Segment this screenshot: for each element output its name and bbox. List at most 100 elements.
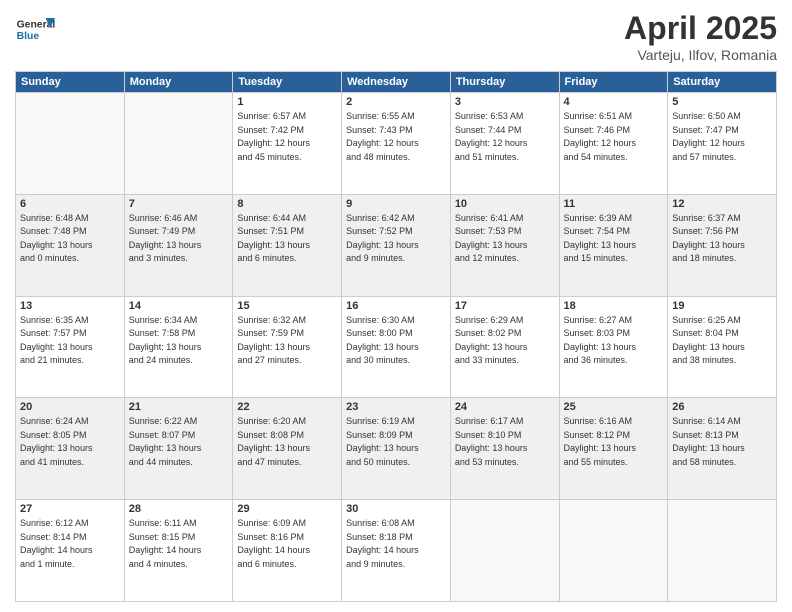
day-number: 6	[20, 198, 120, 210]
day-detail: Sunrise: 6:09 AM Sunset: 8:16 PM Dayligh…	[237, 517, 337, 571]
day-number: 3	[455, 96, 555, 108]
svg-text:Blue: Blue	[17, 31, 40, 42]
day-detail: Sunrise: 6:46 AM Sunset: 7:49 PM Dayligh…	[129, 212, 229, 266]
week-row: 13Sunrise: 6:35 AM Sunset: 7:57 PM Dayli…	[16, 296, 777, 398]
title-block: April 2025 Varteju, Ilfov, Romania	[624, 10, 777, 63]
calendar-title: April 2025	[624, 10, 777, 47]
day-detail: Sunrise: 6:29 AM Sunset: 8:02 PM Dayligh…	[455, 314, 555, 368]
day-detail: Sunrise: 6:14 AM Sunset: 8:13 PM Dayligh…	[672, 415, 772, 469]
day-detail: Sunrise: 6:27 AM Sunset: 8:03 PM Dayligh…	[564, 314, 664, 368]
day-detail: Sunrise: 6:24 AM Sunset: 8:05 PM Dayligh…	[20, 415, 120, 469]
week-row: 27 Sunrise: 6:12 AM Sunset: 8:14 PM Dayli…	[16, 500, 777, 602]
day-number: 17	[455, 300, 555, 312]
table-row: 26 Sunrise: 6:14 AM Sunset: 8:13 PM Dayli…	[668, 398, 777, 500]
table-row: 15 Sunrise: 6:32 AM Sunset: 7:59 PM Dayli…	[233, 296, 342, 398]
day-detail: Sunrise: 6:41 AM Sunset: 7:53 PM Dayligh…	[455, 212, 555, 266]
day-detail: Sunrise: 6:08 AM Sunset: 8:18 PM Dayligh…	[346, 517, 446, 571]
day-detail: Sunrise: 6:16 AM Sunset: 8:12 PM Dayligh…	[564, 415, 664, 469]
header: General Blue April 2025 Varteju, Ilfov, …	[15, 10, 777, 63]
day-number: 28	[129, 503, 229, 515]
day-detail: Sunrise: 6:12 AM Sunset: 8:14 PM Dayligh…	[20, 517, 120, 571]
table-row	[16, 93, 125, 195]
day-number: 24	[455, 401, 555, 413]
day-detail: Sunrise: 6:30 AM Sunset: 8:00 PM Dayligh…	[346, 314, 446, 368]
table-row: 1 Sunrise: 6:57 AM Sunset: 7:42 PM Daylig…	[233, 93, 342, 195]
logo: General Blue	[15, 10, 55, 50]
day-detail: Sunrise: 6:32 AM Sunset: 7:59 PM Dayligh…	[237, 314, 337, 368]
table-row: 30 Sunrise: 6:08 AM Sunset: 8:18 PM Dayli…	[342, 500, 451, 602]
day-detail: Sunrise: 6:57 AM Sunset: 7:42 PM Dayligh…	[237, 110, 337, 164]
day-detail: Sunrise: 6:50 AM Sunset: 7:47 PM Dayligh…	[672, 110, 772, 164]
day-detail: Sunrise: 6:37 AM Sunset: 7:56 PM Dayligh…	[672, 212, 772, 266]
table-row: 5 Sunrise: 6:50 AM Sunset: 7:47 PM Daylig…	[668, 93, 777, 195]
day-number: 19	[672, 300, 772, 312]
day-number: 4	[564, 96, 664, 108]
day-number: 25	[564, 401, 664, 413]
day-number: 29	[237, 503, 337, 515]
col-monday: Monday	[124, 72, 233, 93]
day-detail: Sunrise: 6:11 AM Sunset: 8:15 PM Dayligh…	[129, 517, 229, 571]
calendar-table: Sunday Monday Tuesday Wednesday Thursday…	[15, 71, 777, 602]
day-number: 15	[237, 300, 337, 312]
table-row: 18 Sunrise: 6:27 AM Sunset: 8:03 PM Dayli…	[559, 296, 668, 398]
table-row: 12 Sunrise: 6:37 AM Sunset: 7:56 PM Dayli…	[668, 194, 777, 296]
day-number: 9	[346, 198, 446, 210]
calendar-subtitle: Varteju, Ilfov, Romania	[624, 47, 777, 63]
day-number: 27	[20, 503, 120, 515]
table-row: 3 Sunrise: 6:53 AM Sunset: 7:44 PM Daylig…	[450, 93, 559, 195]
day-detail: Sunrise: 6:22 AM Sunset: 8:07 PM Dayligh…	[129, 415, 229, 469]
table-row: 6Sunrise: 6:48 AM Sunset: 7:48 PM Daylig…	[16, 194, 125, 296]
table-row	[450, 500, 559, 602]
table-row: 27 Sunrise: 6:12 AM Sunset: 8:14 PM Dayli…	[16, 500, 125, 602]
week-row: 1 Sunrise: 6:57 AM Sunset: 7:42 PM Daylig…	[16, 93, 777, 195]
col-sunday: Sunday	[16, 72, 125, 93]
day-number: 26	[672, 401, 772, 413]
day-number: 21	[129, 401, 229, 413]
day-number: 5	[672, 96, 772, 108]
day-detail: Sunrise: 6:55 AM Sunset: 7:43 PM Dayligh…	[346, 110, 446, 164]
day-number: 18	[564, 300, 664, 312]
day-detail: Sunrise: 6:25 AM Sunset: 8:04 PM Dayligh…	[672, 314, 772, 368]
day-detail: Sunrise: 6:51 AM Sunset: 7:46 PM Dayligh…	[564, 110, 664, 164]
day-number: 16	[346, 300, 446, 312]
day-detail: Sunrise: 6:17 AM Sunset: 8:10 PM Dayligh…	[455, 415, 555, 469]
header-row: Sunday Monday Tuesday Wednesday Thursday…	[16, 72, 777, 93]
table-row: 24 Sunrise: 6:17 AM Sunset: 8:10 PM Dayli…	[450, 398, 559, 500]
table-row	[124, 93, 233, 195]
table-row: 25 Sunrise: 6:16 AM Sunset: 8:12 PM Dayli…	[559, 398, 668, 500]
day-number: 22	[237, 401, 337, 413]
table-row: 14 Sunrise: 6:34 AM Sunset: 7:58 PM Dayli…	[124, 296, 233, 398]
day-number: 14	[129, 300, 229, 312]
col-friday: Friday	[559, 72, 668, 93]
table-row: 22Sunrise: 6:20 AM Sunset: 8:08 PM Dayli…	[233, 398, 342, 500]
day-number: 12	[672, 198, 772, 210]
day-detail: Sunrise: 6:34 AM Sunset: 7:58 PM Dayligh…	[129, 314, 229, 368]
day-number: 8	[237, 198, 337, 210]
table-row: 21 Sunrise: 6:22 AM Sunset: 8:07 PM Dayli…	[124, 398, 233, 500]
col-wednesday: Wednesday	[342, 72, 451, 93]
table-row: 9 Sunrise: 6:42 AM Sunset: 7:52 PM Daylig…	[342, 194, 451, 296]
table-row: 13Sunrise: 6:35 AM Sunset: 7:57 PM Dayli…	[16, 296, 125, 398]
day-detail: Sunrise: 6:53 AM Sunset: 7:44 PM Dayligh…	[455, 110, 555, 164]
week-row: 20 Sunrise: 6:24 AM Sunset: 8:05 PM Dayli…	[16, 398, 777, 500]
table-row: 17 Sunrise: 6:29 AM Sunset: 8:02 PM Dayli…	[450, 296, 559, 398]
day-number: 20	[20, 401, 120, 413]
day-number: 30	[346, 503, 446, 515]
table-row: 23Sunrise: 6:19 AM Sunset: 8:09 PM Dayli…	[342, 398, 451, 500]
day-number: 1	[237, 96, 337, 108]
table-row: 16 Sunrise: 6:30 AM Sunset: 8:00 PM Dayli…	[342, 296, 451, 398]
table-row: 7 Sunrise: 6:46 AM Sunset: 7:49 PM Daylig…	[124, 194, 233, 296]
table-row	[559, 500, 668, 602]
table-row	[668, 500, 777, 602]
table-row: 2Sunrise: 6:55 AM Sunset: 7:43 PM Daylig…	[342, 93, 451, 195]
col-thursday: Thursday	[450, 72, 559, 93]
day-detail: Sunrise: 6:44 AM Sunset: 7:51 PM Dayligh…	[237, 212, 337, 266]
day-detail: Sunrise: 6:42 AM Sunset: 7:52 PM Dayligh…	[346, 212, 446, 266]
table-row: 19 Sunrise: 6:25 AM Sunset: 8:04 PM Dayli…	[668, 296, 777, 398]
table-row: 11Sunrise: 6:39 AM Sunset: 7:54 PM Dayli…	[559, 194, 668, 296]
day-number: 7	[129, 198, 229, 210]
table-row: 29 Sunrise: 6:09 AM Sunset: 8:16 PM Dayli…	[233, 500, 342, 602]
page: General Blue April 2025 Varteju, Ilfov, …	[0, 0, 792, 612]
table-row: 4 Sunrise: 6:51 AM Sunset: 7:46 PM Daylig…	[559, 93, 668, 195]
col-saturday: Saturday	[668, 72, 777, 93]
